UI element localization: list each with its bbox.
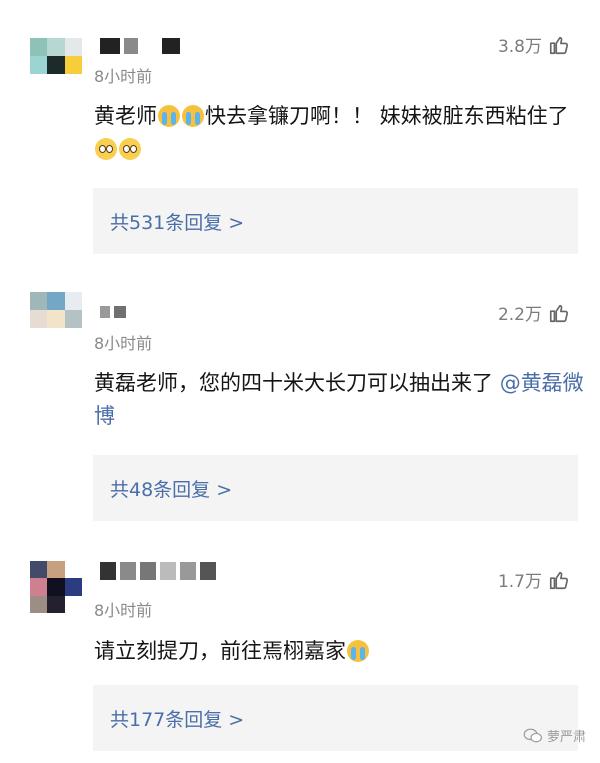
comment-text: 请立刻提刀，前往焉栩嘉家 xyxy=(94,635,584,668)
view-replies-button[interactable]: 共48条回复 > xyxy=(93,455,578,521)
like-button[interactable]: 1.7万 xyxy=(498,567,570,592)
replies-link: 共48条回复 > xyxy=(110,479,233,501)
avatar-pixel xyxy=(47,38,65,56)
avatar-pixel xyxy=(64,38,82,56)
avatar-pixel xyxy=(64,292,82,310)
avatar[interactable] xyxy=(30,561,82,613)
comment-time: 8小时前 xyxy=(94,67,153,86)
crying-face-icon xyxy=(182,105,204,127)
avatar-pixel xyxy=(64,56,82,74)
avatar-pixel xyxy=(64,595,82,613)
comment-time: 8小时前 xyxy=(94,601,153,620)
avatar-pixel xyxy=(30,578,48,596)
avatar-pixel xyxy=(30,56,48,74)
thumbs-up-icon xyxy=(549,571,569,589)
comment-text: 黄老师 快去拿镰刀啊！！ 妹妹被脏东西粘住了 xyxy=(94,100,584,166)
thumbs-up-icon xyxy=(549,36,569,54)
avatar-pixel xyxy=(64,310,82,328)
avatar-pixel xyxy=(47,310,65,328)
comment-text: 黄磊老师，您的四十米大长刀可以抽出来了 @黄磊微博 xyxy=(94,371,584,428)
avatar-pixel xyxy=(47,595,65,613)
pleading-face-icon xyxy=(119,138,141,160)
replies-link: 共177条回复 > xyxy=(110,709,245,731)
avatar-pixel xyxy=(30,310,48,328)
avatar-pixel xyxy=(30,38,48,56)
crying-face-icon xyxy=(158,105,180,127)
avatar-pixel xyxy=(30,292,48,310)
thumbs-up-icon xyxy=(549,304,569,322)
avatar-pixel xyxy=(47,561,65,579)
username-redacted[interactable] xyxy=(100,306,126,318)
avatar-pixel xyxy=(30,595,48,613)
pleading-face-icon xyxy=(95,138,117,160)
avatar-pixel xyxy=(64,578,82,596)
view-replies-button[interactable]: 共177条回复 > xyxy=(93,685,578,751)
like-count: 3.8万 xyxy=(497,37,542,57)
avatar[interactable] xyxy=(30,292,82,328)
avatar-pixel xyxy=(64,561,82,579)
avatar-pixel xyxy=(47,578,65,596)
like-button[interactable]: 2.2万 xyxy=(498,300,570,325)
wechat-watermark: 萝严肃 xyxy=(523,726,586,745)
view-replies-button[interactable]: 共531条回复 > xyxy=(93,188,578,254)
avatar-pixel xyxy=(47,56,65,74)
avatar-pixel xyxy=(47,292,65,310)
username-redacted[interactable] xyxy=(100,562,216,580)
comment-time: 8小时前 xyxy=(94,334,153,353)
replies-link: 共531条回复 > xyxy=(110,212,245,234)
username-redacted[interactable] xyxy=(100,38,180,54)
like-count: 2.2万 xyxy=(497,305,542,325)
crying-face-icon xyxy=(347,640,369,662)
watermark-text: 萝严肃 xyxy=(546,730,586,745)
wechat-icon xyxy=(523,728,542,742)
like-count: 1.7万 xyxy=(497,572,542,592)
avatar[interactable] xyxy=(30,38,82,74)
like-button[interactable]: 3.8万 xyxy=(498,32,570,57)
avatar-pixel xyxy=(30,561,48,579)
